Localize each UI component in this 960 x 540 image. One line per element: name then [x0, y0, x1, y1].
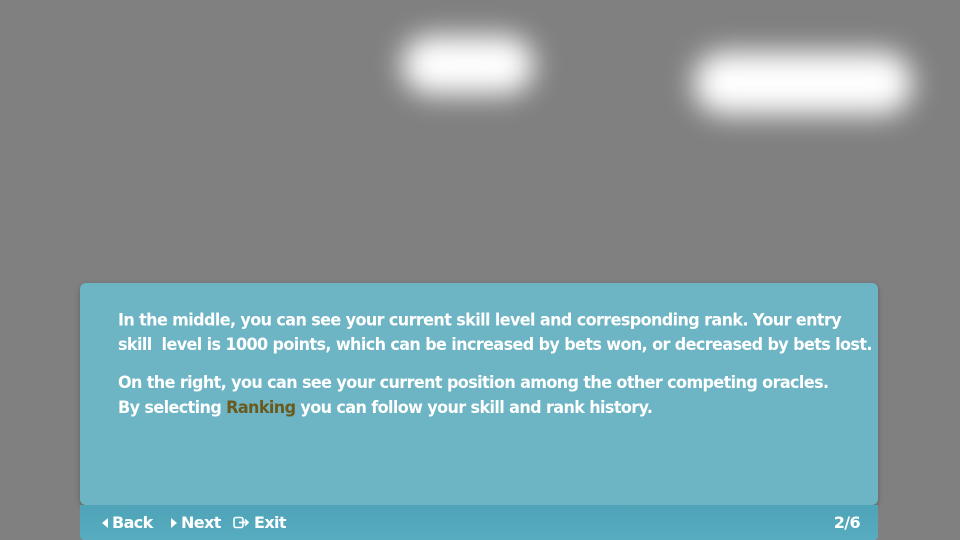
tutorial-paragraph-2: On the right, you can see your current p… [118, 370, 858, 420]
next-button[interactable]: Next [171, 513, 221, 532]
tutorial-text: In the middle, you can see your current … [118, 307, 872, 432]
tutorial-dialog: In the middle, you can see your current … [80, 283, 878, 505]
tutorial-paragraph-1: In the middle, you can see your current … [118, 307, 872, 357]
triangle-right-icon [171, 517, 177, 528]
tutorial-screen: In the middle, you can see your current … [0, 0, 960, 540]
triangle-left-icon [102, 517, 108, 528]
back-label: Back [112, 513, 153, 532]
paragraph-2-text-before: By selecting [118, 396, 227, 418]
next-label: Next [181, 513, 221, 532]
navigation-bar: Back Next Exit 2/6 [80, 505, 878, 540]
page-counter: 2/6 [833, 513, 861, 532]
back-button[interactable]: Back [102, 513, 153, 532]
paragraph-2-text-after: you can follow your skill and rank histo… [295, 396, 653, 418]
exit-label: Exit [254, 513, 287, 532]
paragraph-2-line-1: On the right, you can see your current p… [118, 371, 829, 393]
paragraph-1-line-1: In the middle, you can see your current … [118, 309, 842, 330]
exit-icon [233, 516, 250, 529]
exit-button[interactable]: Exit [233, 513, 287, 532]
blurred-light-left [402, 36, 534, 94]
blurred-light-right [694, 52, 912, 114]
ranking-link[interactable]: Ranking [226, 397, 296, 418]
paragraph-2-line-2: By selecting Ranking you can follow your… [118, 394, 858, 419]
paragraph-1-line-2: skill level is 1000 points, which can be… [118, 334, 872, 355]
